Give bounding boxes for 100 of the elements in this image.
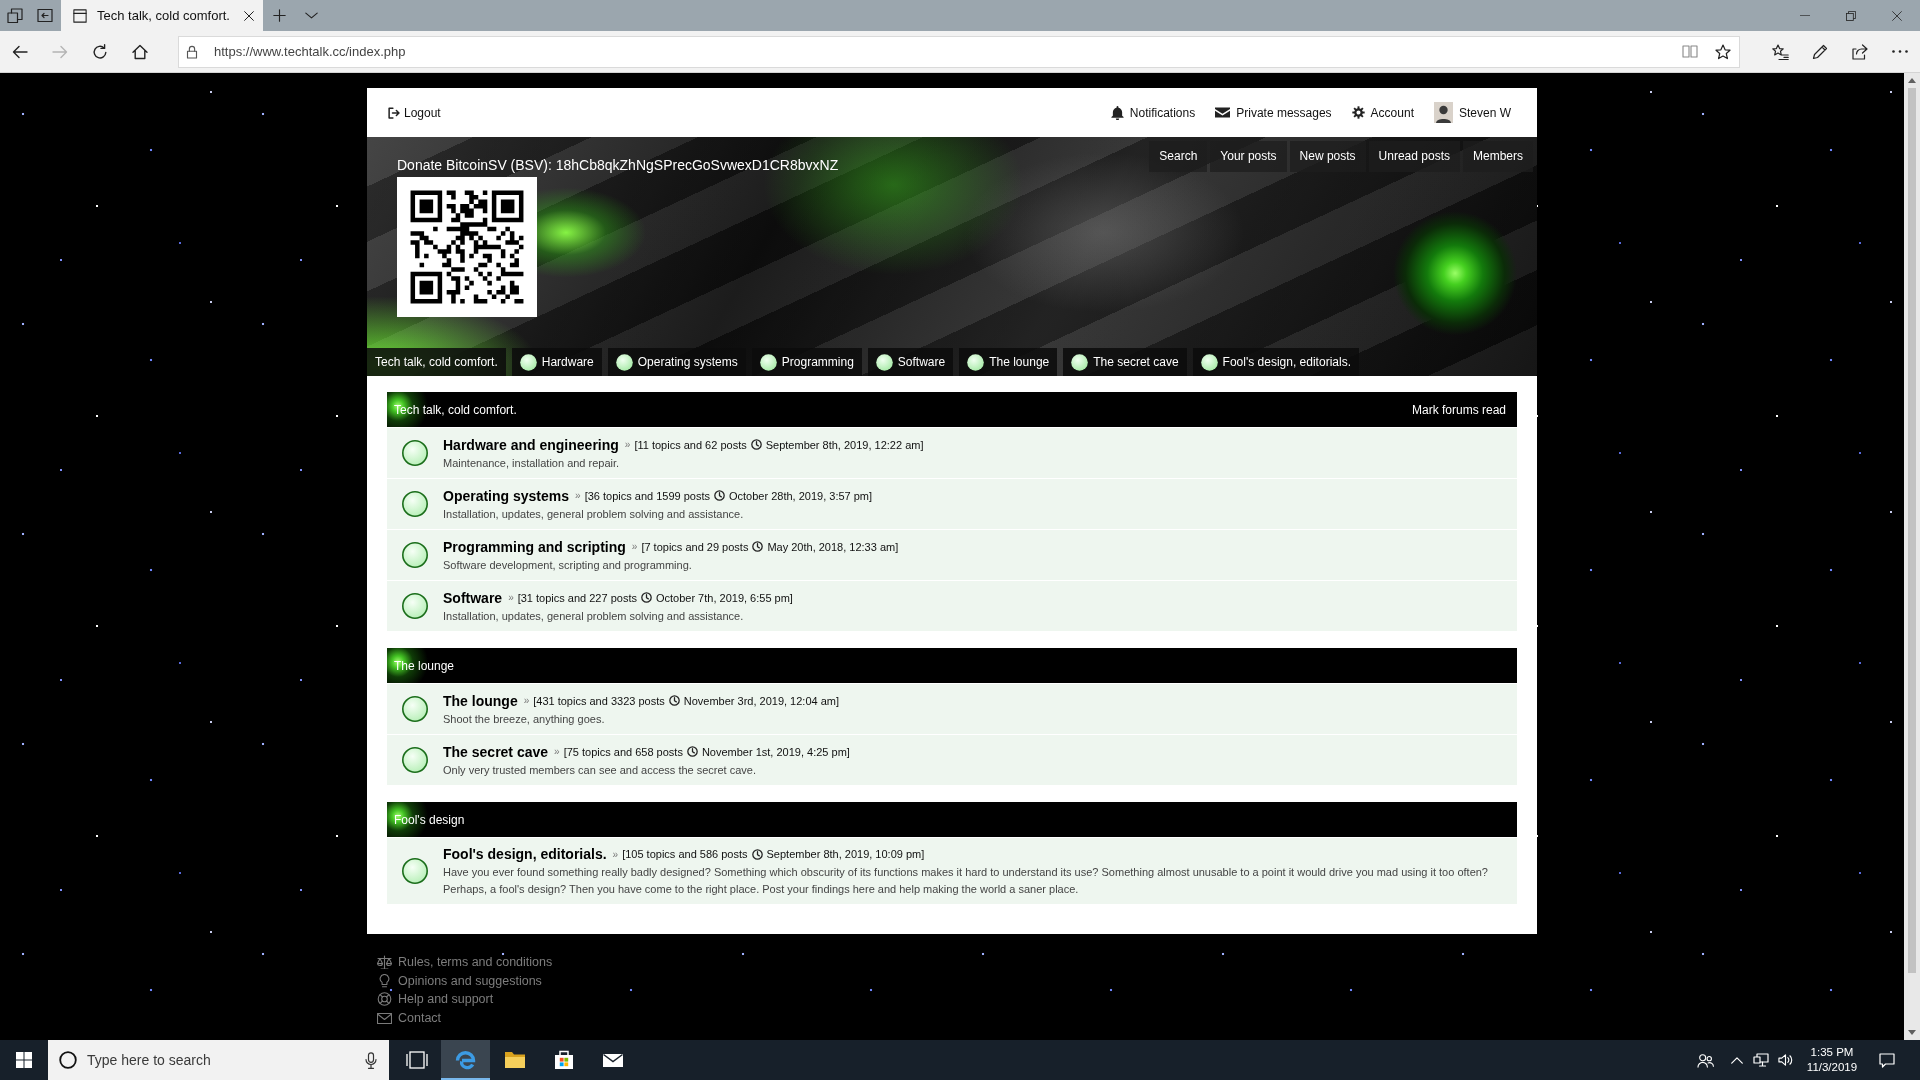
private-messages-link[interactable]: Private messages (1215, 105, 1332, 120)
donate-text: Donate BitcoinSV (BSV): 18hCb8qkZhNgSPrecGoSvwexD1CR8bvxNZ (397, 157, 839, 174)
forum-title-link[interactable]: Hardware and engineering (443, 436, 619, 453)
people-icon[interactable] (1696, 1052, 1714, 1068)
last-post-date: May 20th, 2018, 12:33 am] (767, 540, 899, 553)
forum-nav-link[interactable]: Fool's design, editorials. (1192, 348, 1359, 376)
network-icon[interactable] (1753, 1053, 1769, 1067)
last-post-date: October 28th, 2019, 3:57 pm] (729, 489, 873, 502)
windows-logo-icon[interactable] (16, 1052, 32, 1068)
forum-nav-link[interactable]: Hardware (511, 348, 602, 376)
separator-text: » (631, 541, 638, 552)
circle-icon (615, 353, 633, 371)
scrollbar[interactable] (1904, 73, 1920, 1040)
category-title: The lounge (394, 658, 455, 673)
logout-link[interactable]: Logout (388, 105, 441, 120)
plus-icon[interactable] (272, 9, 286, 22)
address-field[interactable]: https://www.techtalk.cc/index.php (178, 35, 1740, 68)
scrollbar-thumb[interactable] (1908, 88, 1916, 973)
caret-down-icon[interactable] (1908, 1030, 1916, 1035)
last-post-date: September 8th, 2019, 10:09 pm] (766, 848, 925, 860)
last-post-date: October 7th, 2019, 6:55 pm] (655, 591, 793, 604)
lightbulb-icon (377, 973, 392, 988)
search-icon (59, 1051, 77, 1069)
lifebuoy-icon (377, 992, 392, 1007)
browser-tab[interactable]: Tech talk, cold comfort. (61, 0, 263, 31)
pen-icon[interactable] (1812, 43, 1828, 60)
forum-stats: [7 topics and 29 posts (641, 540, 749, 553)
footer-link[interactable]: Help and support (377, 990, 494, 1009)
notification-icon[interactable] (1879, 1052, 1895, 1068)
scales-icon (377, 955, 392, 970)
taskbar-search-field[interactable]: Type here to search (48, 1040, 389, 1080)
share-icon[interactable] (1852, 43, 1868, 60)
favorites-icon[interactable] (1771, 43, 1789, 60)
forum-title-link[interactable]: Operating systems (443, 487, 570, 504)
book-icon[interactable] (1682, 45, 1698, 58)
quick-link[interactable]: New posts (1289, 141, 1366, 172)
chevron-down-icon[interactable] (304, 12, 318, 19)
forum-title-link[interactable]: The secret cave (443, 743, 549, 760)
star-icon[interactable] (1715, 43, 1731, 60)
task-view-icon[interactable] (404, 1048, 429, 1072)
chevron-up-icon[interactable] (1731, 1056, 1743, 1064)
clock-icon (686, 746, 698, 757)
microphone-icon[interactable] (365, 1051, 377, 1069)
category-title: Fool's design (394, 812, 465, 827)
refresh-icon[interactable] (92, 43, 108, 60)
status-circle-icon (402, 593, 428, 619)
stacked-windows-icon[interactable] (7, 7, 23, 24)
user-profile-link[interactable]: Steven W (1433, 102, 1511, 123)
clock-icon (752, 541, 764, 552)
forum-nav-link[interactable]: The lounge (959, 348, 1058, 376)
bell-icon (1110, 105, 1124, 120)
home-link[interactable]: Tech talk, cold comfort. (367, 348, 506, 376)
quick-link[interactable]: Members (1463, 141, 1533, 172)
circle-icon (1200, 353, 1218, 371)
back-icon[interactable] (12, 43, 28, 60)
forum-stats: [31 topics and 227 posts (517, 591, 637, 604)
forum-description: Installation, updates, general problem solving and assistance. (443, 608, 744, 624)
forum-description: Installation, updates, general problem solving and assistance. (443, 506, 744, 522)
forum-nav-link[interactable]: Programming (751, 348, 862, 376)
category-title: Tech talk, cold comfort. (394, 402, 517, 417)
footer-link[interactable]: Contact (377, 1008, 442, 1027)
forum-title-link[interactable]: The lounge (443, 692, 518, 709)
mark-forums-read-link[interactable]: Mark forums read (1411, 402, 1506, 417)
quick-link[interactable]: Search (1149, 141, 1208, 172)
clock-icon (640, 592, 652, 603)
separator-text: » (575, 490, 581, 501)
forum-nav-link[interactable]: The secret cave (1063, 348, 1187, 376)
more-icon[interactable] (1892, 50, 1908, 53)
circle-icon (759, 353, 777, 371)
avatar-icon (1433, 102, 1453, 123)
clock-icon (714, 490, 725, 501)
forum-title-link[interactable]: Fool's design, editorials. (443, 846, 607, 862)
footer-link[interactable]: Rules, terms and conditions (377, 953, 553, 972)
lock-icon (186, 44, 198, 59)
home-icon[interactable] (132, 43, 148, 60)
speaker-icon[interactable] (1777, 1053, 1793, 1067)
caret-up-icon[interactable] (1908, 78, 1916, 83)
last-post-date: November 1st, 2019, 4:25 pm] (701, 745, 850, 758)
circle-icon (519, 353, 537, 371)
account-link[interactable]: Account (1351, 105, 1414, 120)
quick-link[interactable]: Unread posts (1368, 141, 1460, 172)
status-circle-icon (402, 858, 428, 884)
quick-link[interactable]: Your posts (1210, 141, 1287, 172)
window-arrow-icon[interactable] (37, 9, 53, 22)
forum-nav-link[interactable]: Operating systems (607, 348, 746, 376)
forum-title-link[interactable]: Software (443, 589, 503, 606)
separator-text: » (523, 695, 530, 706)
clock-date: 11/3/2019 (1806, 1060, 1858, 1075)
browser-logo-icon[interactable] (441, 1040, 490, 1080)
forum-stats: [11 topics and 62 posts (634, 438, 747, 451)
close-icon[interactable] (244, 10, 254, 21)
separator-text: » (624, 439, 631, 450)
forum-title-link[interactable]: Programming and scripting (443, 538, 626, 555)
footer-link[interactable]: Opinions and suggestions (377, 971, 542, 990)
envelope-icon (1215, 107, 1231, 118)
status-circle-icon (402, 440, 428, 466)
notifications-link[interactable]: Notifications (1110, 105, 1196, 120)
forum-nav-link[interactable]: Software (867, 348, 954, 376)
circle-icon (967, 353, 985, 371)
restore-icon[interactable] (1846, 10, 1856, 21)
